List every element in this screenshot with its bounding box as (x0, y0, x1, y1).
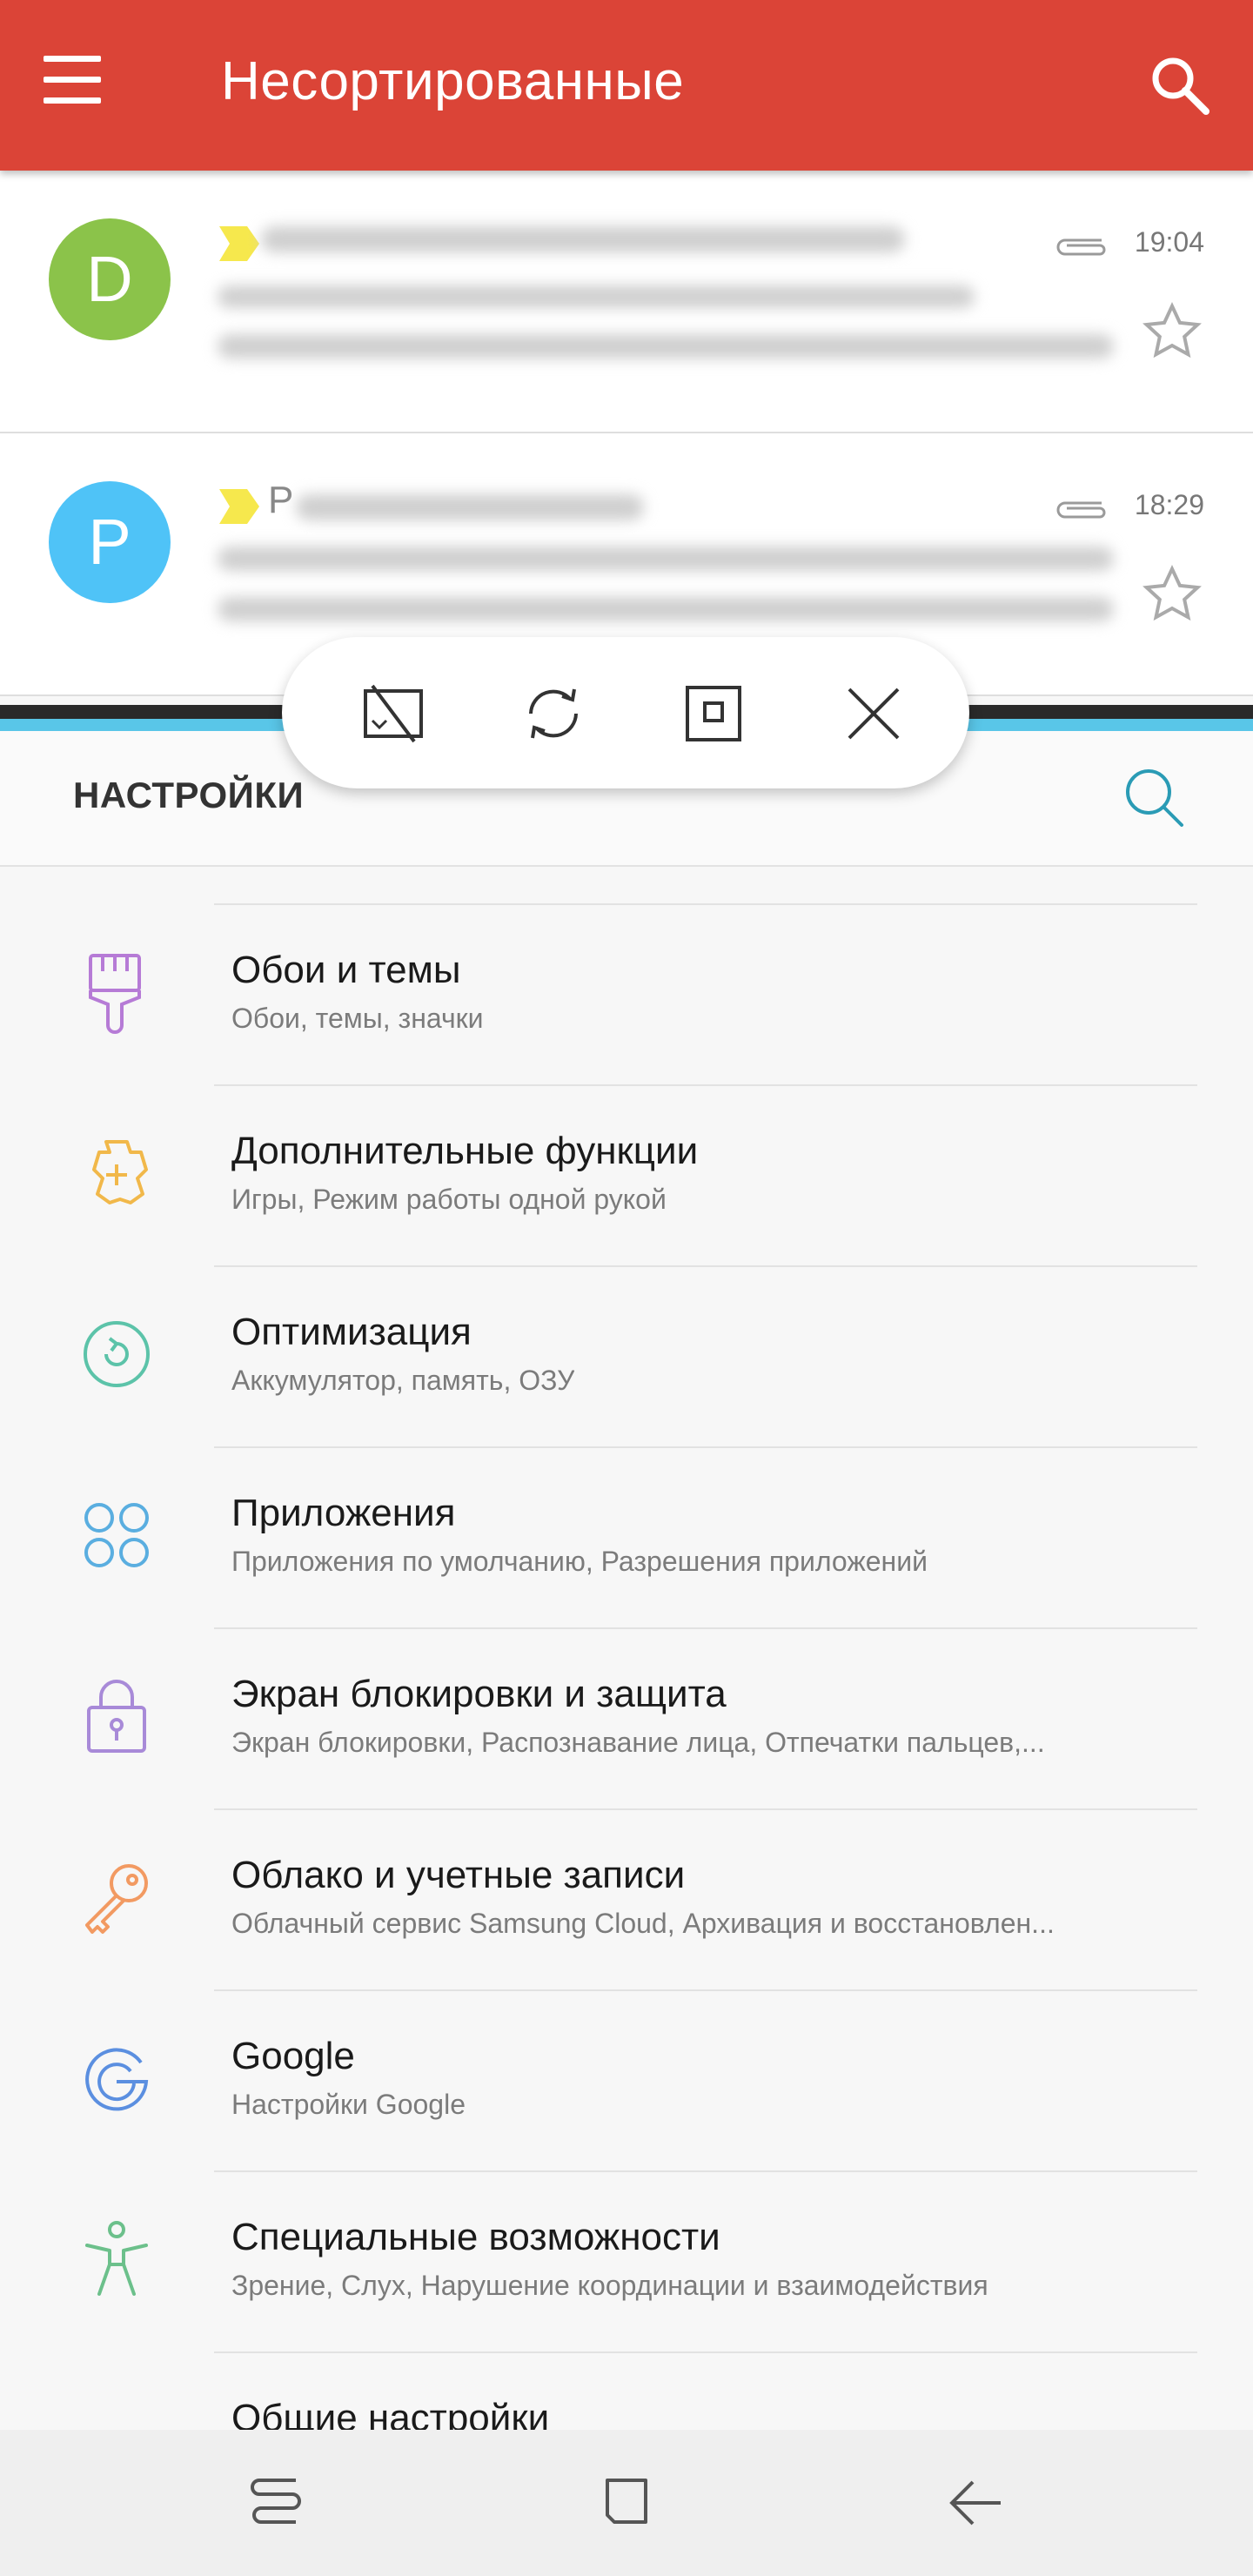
blurred-subject (218, 285, 975, 308)
lock-icon (87, 1680, 146, 1753)
settings-item-wallpapers[interactable]: Обои и темы Обои, темы, значки (0, 905, 1253, 1086)
settings-item-subtitle: Экран блокировки, Распознавание лица, От… (231, 1727, 1045, 1758)
settings-item-lock-screen[interactable]: Экран блокировки и защита Экран блокиров… (0, 1629, 1253, 1810)
back-icon[interactable] (941, 2468, 1011, 2538)
star-icon[interactable] (1140, 299, 1204, 364)
settings-item-subtitle: Игры, Режим работы одной рукой (231, 1184, 667, 1215)
settings-item-title: Облако и учетные записи (231, 1854, 686, 1896)
swap-windows-icon[interactable] (357, 677, 430, 750)
blurred-preview (218, 334, 1114, 359)
apps-grid-icon (84, 1503, 149, 1567)
settings-item-applications[interactable]: Приложения Приложения по умолчанию, Разр… (0, 1448, 1253, 1629)
split-window-toolbar (282, 637, 969, 788)
attachment-icon (1056, 238, 1106, 256)
settings-item-title: Обои и темы (231, 949, 461, 991)
avatar[interactable]: D (49, 218, 171, 340)
search-icon[interactable] (1121, 764, 1187, 830)
optimization-icon (84, 1321, 150, 1387)
settings-item-advanced-features[interactable]: Дополнительные функции Игры, Режим работ… (0, 1086, 1253, 1267)
paintbrush-icon (89, 954, 141, 1034)
settings-item-title: Google (231, 2035, 355, 2077)
settings-item-title: Общие настройки (231, 2397, 550, 2430)
accessibility-icon (85, 2221, 148, 2296)
star-icon[interactable] (1140, 562, 1204, 627)
settings-item-title: Дополнительные функции (231, 1130, 699, 1172)
attachment-icon (1056, 501, 1106, 519)
settings-list: Обои и темы Обои, темы, значки Дополните… (0, 867, 1253, 2430)
page-title: НАСТРОЙКИ (73, 775, 305, 815)
mail-app-bar: Несортированные (0, 0, 1253, 171)
settings-item-optimization[interactable]: Оптимизация Аккумулятор, память, ОЗУ (0, 1267, 1253, 1448)
settings-item-accessibility[interactable]: Специальные возможности Зрение, Слух, На… (0, 2172, 1253, 2353)
settings-item-subtitle: Обои, темы, значки (231, 1003, 484, 1034)
settings-item-subtitle: Аккумулятор, память, ОЗУ (231, 1365, 575, 1396)
settings-item-subtitle: Приложения по умолчанию, Разрешения прил… (231, 1546, 928, 1577)
settings-item-cloud-accounts[interactable]: Облако и учетные записи Облачный сервис … (0, 1810, 1253, 1991)
google-g-icon (85, 2048, 149, 2111)
importance-marker-icon (219, 226, 259, 261)
settings-item-google[interactable]: Google Настройки Google (0, 1991, 1253, 2172)
blurred-preview (218, 597, 1114, 621)
settings-item-subtitle: Облачный сервис Samsung Cloud, Архивация… (231, 1908, 1055, 1939)
blurred-sender (261, 226, 905, 252)
blurred-sender (296, 494, 644, 520)
mail-item-1[interactable]: D 19:04 (0, 171, 1253, 433)
mail-time: 18:29 (1134, 489, 1204, 520)
sender-name: Р (268, 479, 294, 521)
sliders-icon (80, 2398, 153, 2430)
settings-item-title: Оптимизация (231, 1311, 472, 1353)
settings-item-title: Приложения (231, 1492, 456, 1534)
rotate-icon[interactable] (517, 677, 590, 750)
home-icon[interactable] (592, 2468, 661, 2538)
close-icon[interactable] (837, 677, 910, 750)
blurred-subject (218, 547, 1114, 571)
menu-icon[interactable] (44, 56, 113, 117)
settings-item-general[interactable]: Общие настройки (0, 2353, 1253, 2430)
settings-item-title: Экран блокировки и защита (231, 1673, 727, 1715)
settings-item-subtitle: Настройки Google (231, 2089, 466, 2120)
navigation-bar (0, 2430, 1253, 2576)
mail-folder-title: Несортированные (221, 51, 685, 111)
settings-item-subtitle: Зрение, Слух, Нарушение координации и вз… (231, 2270, 988, 2301)
importance-marker-icon (219, 489, 259, 524)
avatar[interactable]: P (49, 481, 171, 603)
puzzle-gear-icon (92, 1140, 148, 1204)
settings-item-title: Специальные возможности (231, 2216, 720, 2258)
search-icon[interactable] (1145, 50, 1215, 120)
key-icon (85, 1864, 148, 1934)
recents-icon[interactable] (242, 2468, 312, 2538)
mail-time: 19:04 (1134, 226, 1204, 258)
mail-list: D 19:04 P Р 18:29 (0, 171, 1253, 696)
maximize-icon[interactable] (677, 677, 750, 750)
